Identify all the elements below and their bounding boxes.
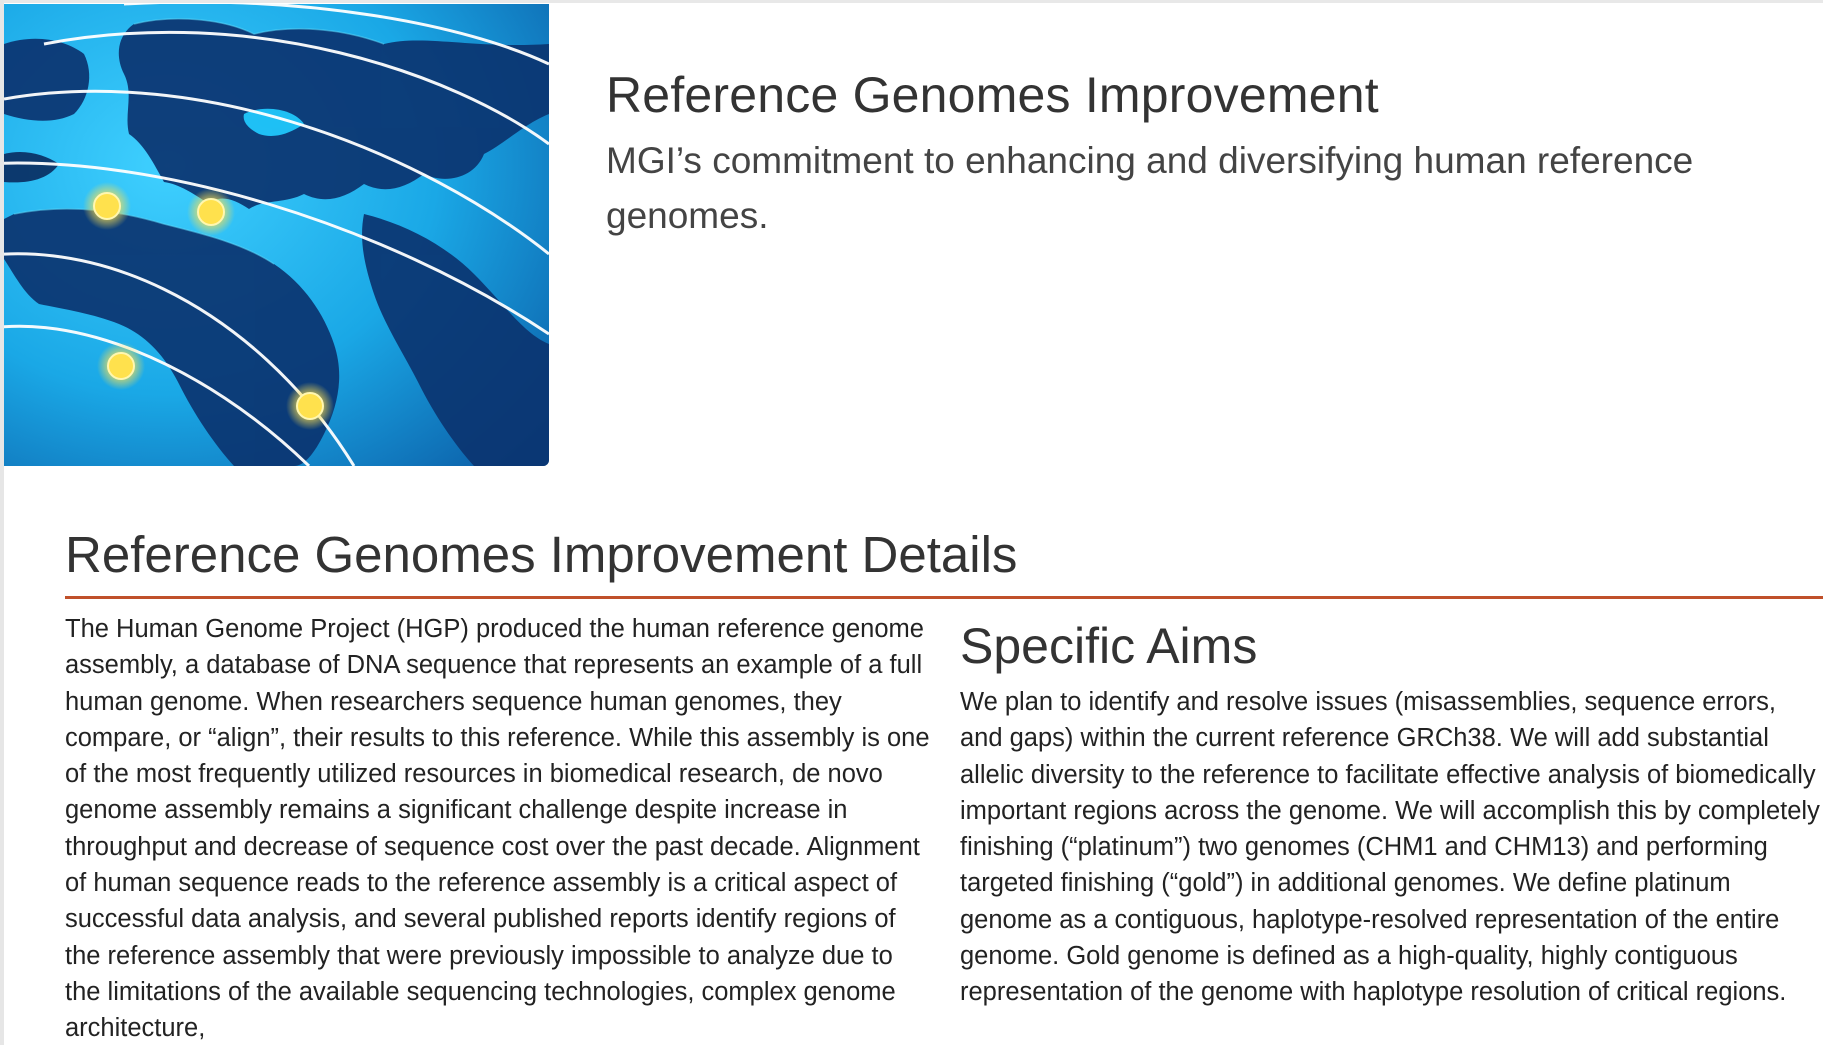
specific-aims-text: We plan to identify and resolve issues (… <box>960 688 1820 1007</box>
page: Reference Genomes Improvement MGI’s comm… <box>0 0 1823 1045</box>
section-divider <box>65 596 1823 599</box>
details-heading: Reference Genomes Improvement Details <box>65 526 1018 583</box>
page-title: Reference Genomes Improvement <box>606 67 1379 123</box>
details-body-text: The Human Genome Project (HGP) produced … <box>65 615 930 1043</box>
page-subtitle: MGI’s commitment to enhancing and divers… <box>606 140 1694 236</box>
specific-aims-heading: Specific Aims <box>960 618 1258 674</box>
top-divider <box>0 0 1823 3</box>
hero-image <box>4 4 549 466</box>
